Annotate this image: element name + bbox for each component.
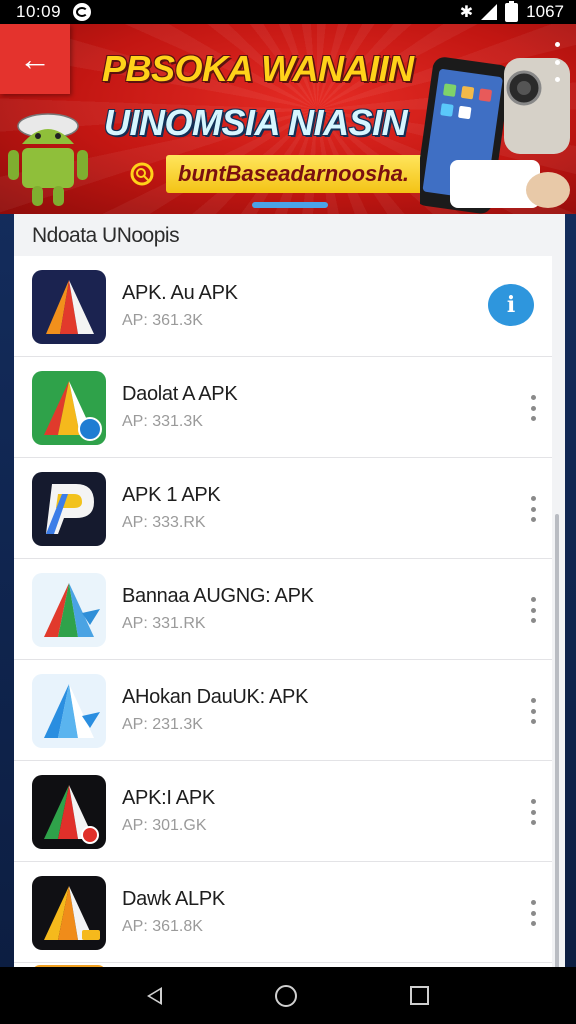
- notification-icon: [73, 3, 92, 21]
- app-icon: [32, 472, 106, 546]
- recents-icon[interactable]: [410, 986, 430, 1005]
- dot-icon: [554, 77, 560, 82]
- dot-icon: [530, 719, 536, 724]
- dot-icon: [554, 59, 560, 65]
- status-time: 10:09: [16, 2, 62, 21]
- arrow-left-icon: ←: [19, 40, 51, 77]
- app-name: APK 1 APK: [122, 484, 221, 506]
- app-icon: [32, 876, 106, 950]
- app-size: AP: 331.RK: [122, 615, 206, 632]
- app-name: Daolat A APK: [122, 383, 238, 405]
- app-name: APK:I APK: [122, 787, 215, 809]
- banner-subtitle: UINOMSIA NIASIN: [104, 102, 408, 143]
- more-options-button[interactable]: [530, 496, 536, 522]
- status-icons: ✱ 1067: [459, 0, 564, 22]
- navigation-bar: [0, 967, 576, 1024]
- more-options-button[interactable]: [530, 900, 536, 926]
- list-item[interactable]: APK 1 APK AP: 333.RK: [14, 458, 552, 559]
- app-size: AP: 331.3K: [122, 413, 203, 430]
- app-icon: [32, 674, 106, 748]
- dot-icon: [530, 506, 536, 512]
- signal-icon: [481, 4, 498, 20]
- dot-icon: [530, 395, 536, 400]
- dot-icon: [530, 921, 536, 926]
- app-icon: [32, 573, 106, 647]
- dot-icon: [530, 517, 536, 522]
- banner-cta[interactable]: buntBaseadarnoosha.: [166, 155, 438, 193]
- list-item[interactable]: APK:I APK AP: 301.GK: [14, 761, 552, 862]
- scrollbar[interactable]: [555, 514, 559, 967]
- app-icon: [32, 371, 106, 445]
- app-name: AHokan DauUK: APK: [122, 686, 309, 708]
- more-options-button[interactable]: [530, 698, 536, 724]
- dot-icon: [530, 618, 536, 623]
- info-button[interactable]: i: [488, 284, 534, 326]
- app-list: APK. Au APK AP: 361.3K i Daolat A APK AP…: [14, 256, 552, 963]
- banner-page-indicator: [252, 202, 328, 208]
- app-name: APK. Au APK: [122, 282, 238, 304]
- promo-banner[interactable]: PBSOKA WANAIIN UINOMSIA NIASIN buntBasea…: [0, 24, 576, 214]
- list-item[interactable]: AHokan DauUK: APK AP: 231.3K: [14, 660, 552, 761]
- list-item[interactable]: Daolat A APK AP: 331.3K: [14, 357, 552, 458]
- dot-icon: [530, 496, 536, 501]
- dot-icon: [530, 698, 536, 703]
- dot-icon: [530, 809, 536, 815]
- android-robot-icon: [8, 113, 88, 206]
- app-size: AP: 301.GK: [122, 817, 207, 834]
- search-icon: [130, 162, 154, 186]
- status-bar: 10:09 ✱ 1067: [0, 0, 576, 24]
- banner-title: PBSOKA WANAIIN: [102, 48, 414, 89]
- back-icon[interactable]: [146, 986, 162, 1005]
- dot-icon: [530, 820, 536, 825]
- app-name: Bannaa AUGNG: APK: [122, 585, 314, 607]
- dot-icon: [530, 799, 536, 804]
- battery-text: 1067: [526, 2, 564, 21]
- dot-icon: [530, 597, 536, 602]
- app-size: AP: 361.3K: [122, 312, 203, 329]
- overflow-menu-button[interactable]: [552, 42, 562, 82]
- dot-icon: [554, 42, 560, 47]
- app-name: Dawk ALPK: [122, 888, 225, 910]
- more-options-button[interactable]: [530, 799, 536, 825]
- home-icon[interactable]: [274, 984, 297, 1007]
- more-options-button[interactable]: [530, 395, 536, 421]
- list-item[interactable]: Dawk ALPK AP: 361.8K: [14, 862, 552, 963]
- dot-icon: [530, 900, 536, 905]
- app-size: AP: 333.RK: [122, 514, 206, 531]
- app-icon: [32, 270, 106, 344]
- back-button[interactable]: ←: [0, 24, 70, 94]
- info-icon: i: [506, 292, 516, 318]
- app-size: AP: 361.8K: [122, 918, 203, 935]
- screen: 10:09 ✱ 1067 PBSOKA WANAIIN UINOMSIA NIA…: [0, 0, 576, 1024]
- app-icon: [32, 775, 106, 849]
- app-size: AP: 231.3K: [122, 716, 203, 733]
- content-card: Ndoata UNoopis APK. Au APK AP: 361.3K i: [14, 214, 565, 967]
- dot-icon: [530, 416, 536, 421]
- list-item[interactable]: Bannaa AUGNG: APK AP: 331.RK: [14, 559, 552, 660]
- list-item[interactable]: APK. Au APK AP: 361.3K i: [14, 256, 552, 357]
- dot-icon: [530, 607, 536, 613]
- section-title: Ndoata UNoopis: [32, 224, 180, 247]
- dot-icon: [530, 405, 536, 411]
- battery-icon: [505, 0, 519, 22]
- more-options-button[interactable]: [530, 597, 536, 623]
- dot-icon: [530, 910, 536, 916]
- bluetooth-icon: ✱: [459, 4, 474, 21]
- dot-icon: [530, 708, 536, 714]
